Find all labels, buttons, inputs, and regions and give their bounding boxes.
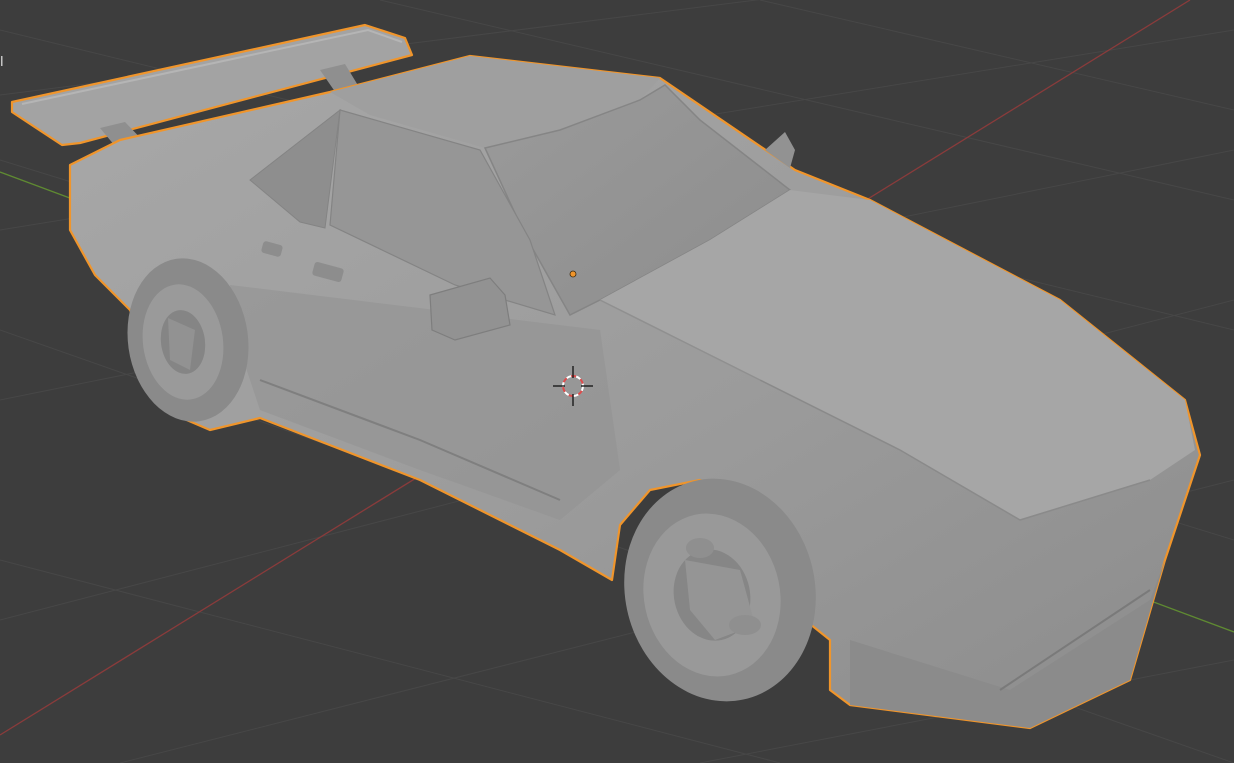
- 3d-viewport[interactable]: l: [0, 0, 1234, 763]
- object-origin-icon: [569, 270, 577, 278]
- viewport-overlay-text: l: [0, 55, 4, 70]
- viewport-canvas[interactable]: [0, 0, 1234, 763]
- car-mesh[interactable]: [10, 23, 1202, 730]
